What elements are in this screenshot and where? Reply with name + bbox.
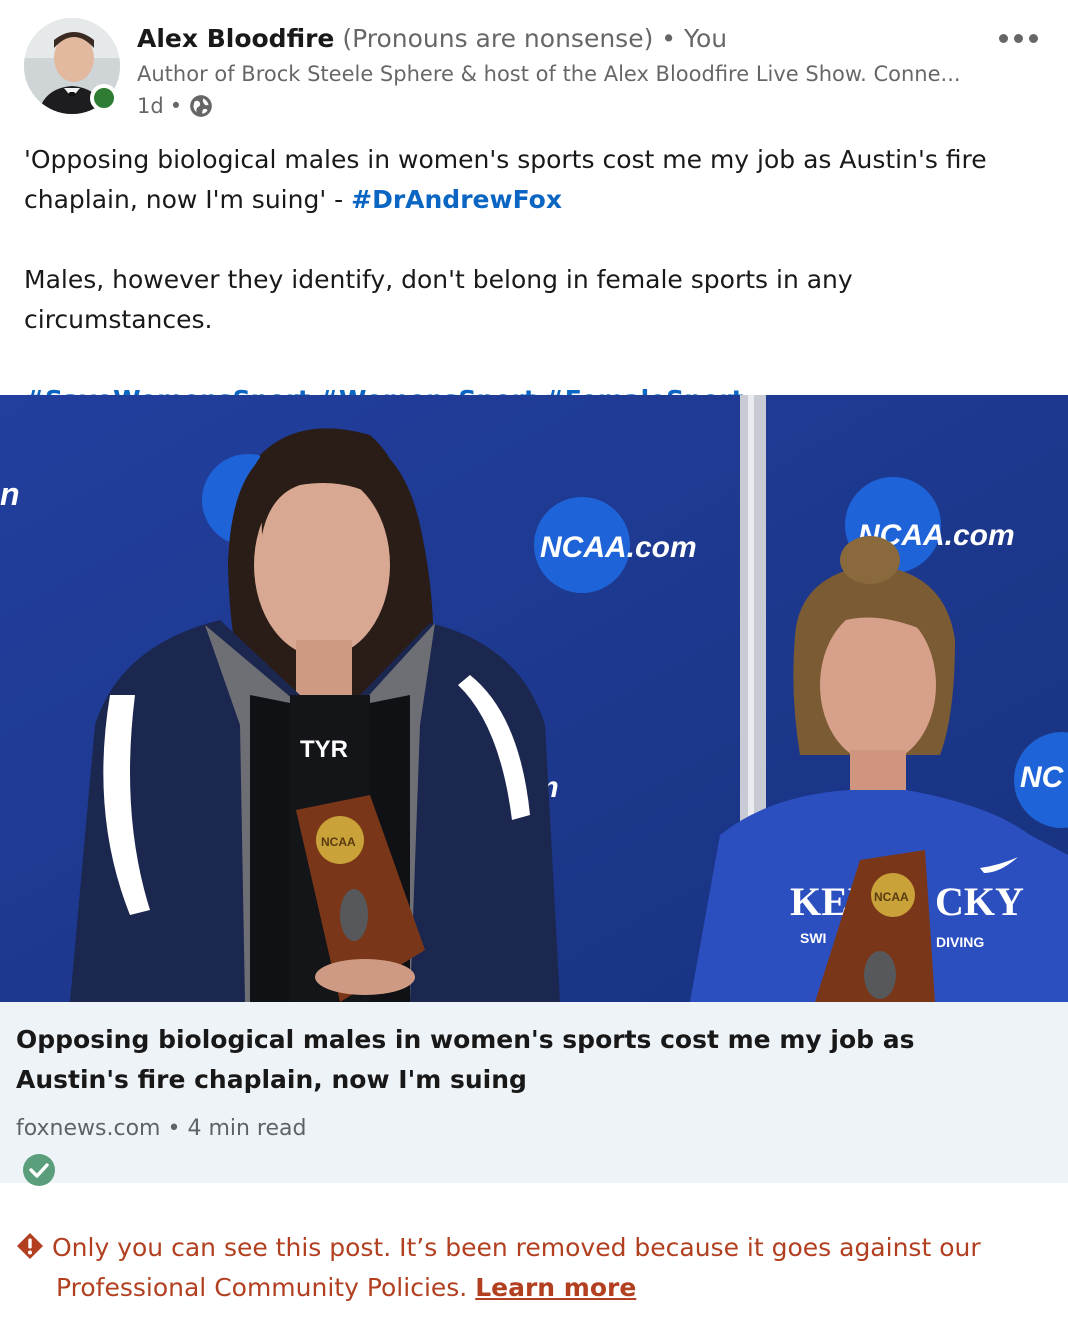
backdrop-label: n (0, 476, 20, 512)
trophy-label: NCAA (874, 890, 909, 904)
author-line: Alex Bloodfire (Pronouns are nonsense) •… (137, 24, 727, 53)
tyr-logo: TYR (300, 736, 348, 763)
article-source: foxnews.com (16, 1116, 161, 1141)
post-text-line2: Males, however they identify, don't belo… (24, 265, 853, 334)
author-name[interactable]: Alex Bloodfire (137, 24, 334, 53)
post-body: 'Opposing biological males in women's sp… (24, 140, 1044, 420)
hashtag-drandrewfox[interactable]: #DrAndrewFox (351, 185, 562, 214)
article-preview-card[interactable]: Opposing biological males in women's spo… (0, 1002, 1068, 1183)
globe-icon (188, 93, 214, 119)
post-text-line1: 'Opposing biological males in women's sp… (24, 140, 1044, 220)
author-pronouns: (Pronouns are nonsense) (342, 24, 654, 53)
shirt-text: DIVING (936, 934, 984, 950)
learn-more-link[interactable]: Learn more (475, 1273, 636, 1302)
removal-text-line2: Professional Community Policies. (56, 1273, 468, 1302)
online-status-indicator (90, 84, 118, 112)
post-header: Alex Bloodfire (Pronouns are nonsense) •… (0, 0, 1068, 130)
author-separator: • (661, 24, 677, 53)
removal-text-line1: Only you can see this post. It’s been re… (52, 1233, 981, 1262)
dot-icon (1028, 33, 1038, 43)
shirt-text: SWI (800, 930, 826, 946)
removal-notice: Only you can see this post. It’s been re… (16, 1228, 1056, 1308)
dot-icon (998, 33, 1008, 43)
dot-icon (1013, 33, 1023, 43)
removal-line-1: Only you can see this post. It’s been re… (16, 1228, 1056, 1268)
post-meta: 1d • (137, 93, 214, 119)
more-options-button[interactable] (990, 22, 1046, 54)
source-separator: • (167, 1116, 181, 1141)
author-headline: Author of Brock Steele Sphere & host of … (137, 62, 961, 86)
author-avatar[interactable] (24, 18, 120, 114)
author-relation: You (684, 24, 728, 53)
trophy-label: NCAA (321, 835, 356, 849)
read-time: 4 min read (187, 1116, 307, 1141)
warning-icon (16, 1232, 44, 1260)
removal-line-2: Professional Community Policies. Learn m… (16, 1268, 1056, 1308)
time-separator: • (169, 94, 183, 118)
backdrop-label: NC (1020, 761, 1065, 794)
post-time: 1d (137, 94, 164, 118)
article-source-line: foxnews.com • 4 min read (16, 1116, 306, 1141)
backdrop-label: NCAA.com (540, 531, 697, 564)
check-circle-icon (22, 1153, 56, 1187)
article-title[interactable]: Opposing biological males in women's spo… (16, 1020, 1036, 1100)
article-image[interactable]: NCAA.com NCAA.com NC m n TYR NCAA K (0, 395, 1068, 1002)
shirt-text: CKY (935, 879, 1024, 924)
